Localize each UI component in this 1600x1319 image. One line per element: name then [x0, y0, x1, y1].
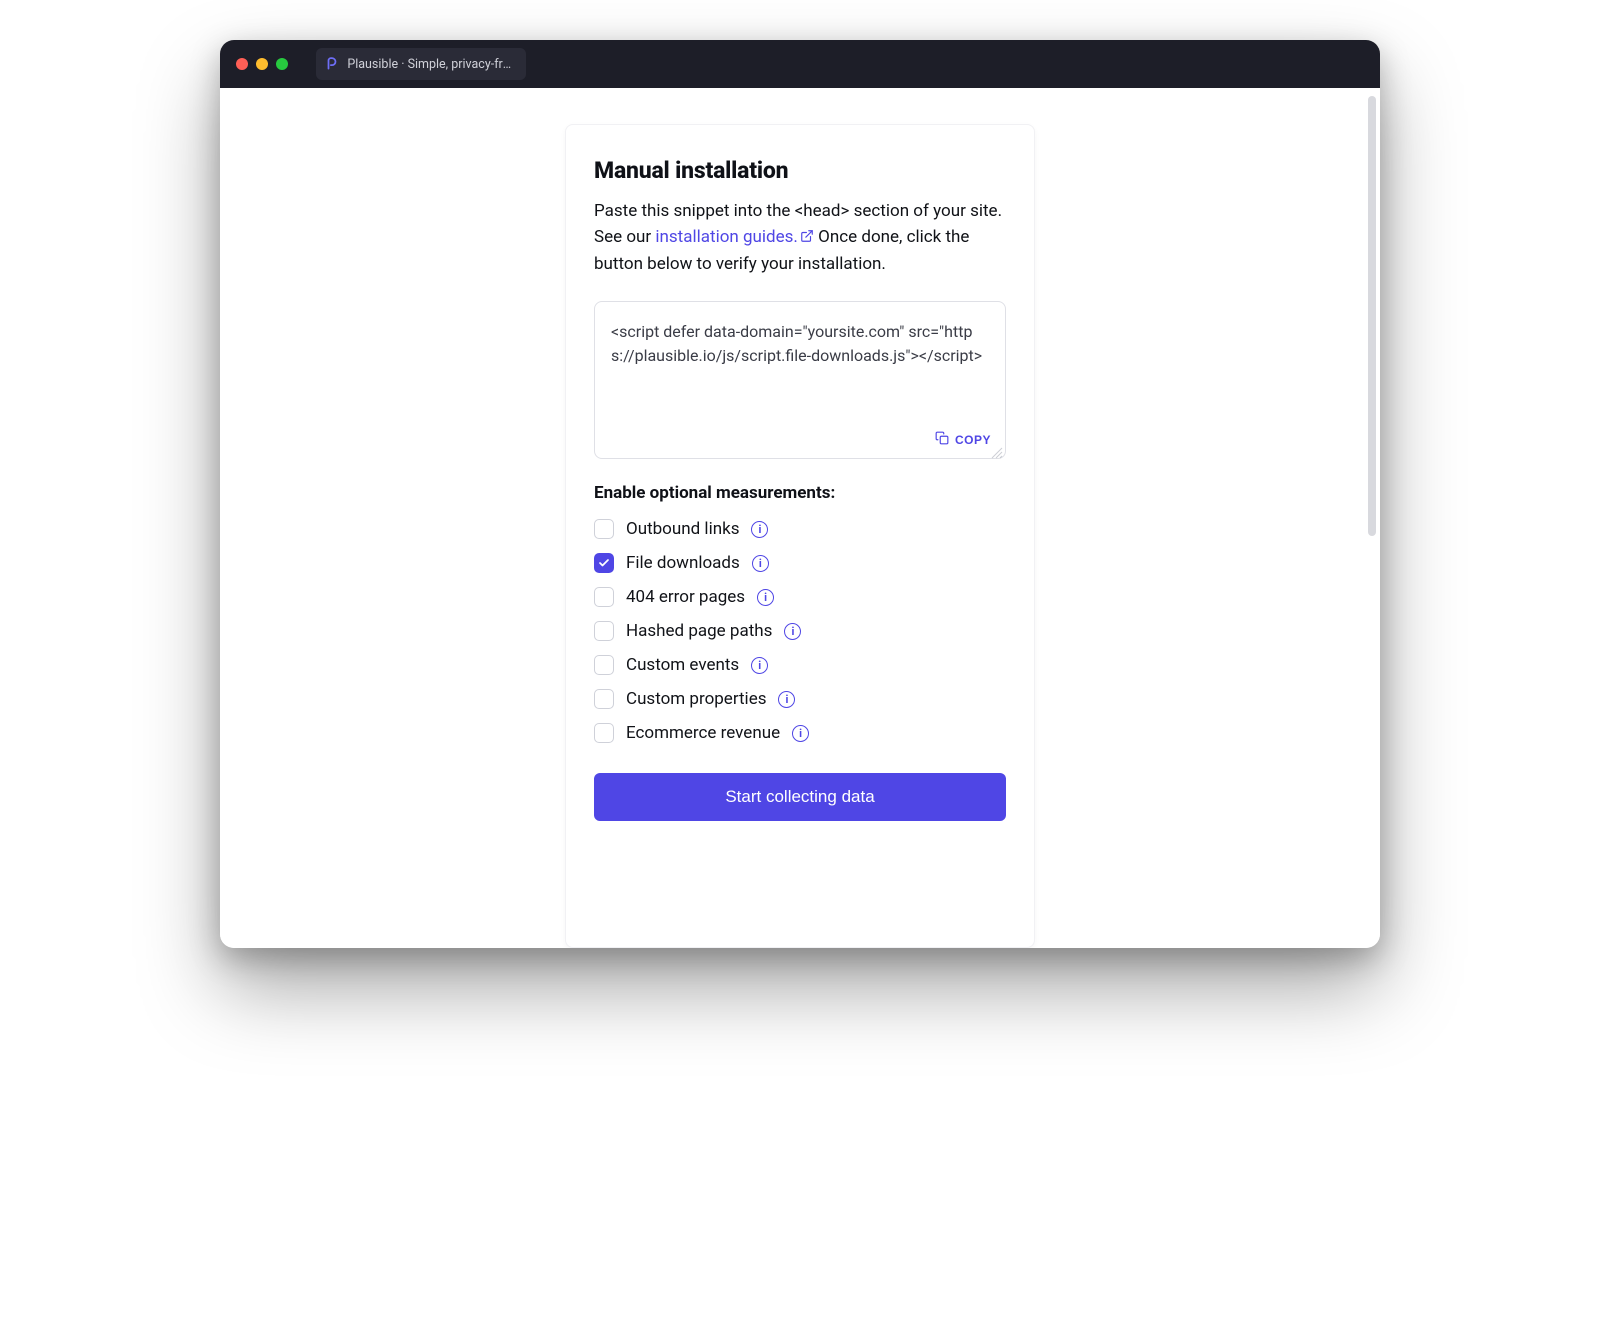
info-icon[interactable]: i — [784, 623, 801, 640]
option-label: Custom properties — [626, 689, 766, 709]
option-checkbox[interactable] — [594, 621, 614, 641]
option-row: File downloads i — [594, 553, 1006, 573]
info-icon[interactable]: i — [778, 691, 795, 708]
installation-guides-link-text: installation guides. — [655, 227, 798, 247]
card-description: Paste this snippet into the <head> secti… — [594, 198, 1006, 277]
option-label: File downloads — [626, 553, 740, 573]
option-row: Custom properties i — [594, 689, 1006, 709]
external-link-icon — [800, 229, 814, 243]
option-row: Ecommerce revenue i — [594, 723, 1006, 743]
info-icon[interactable]: i — [751, 521, 768, 538]
option-row: 404 error pages i — [594, 587, 1006, 607]
option-row: Outbound links i — [594, 519, 1006, 539]
info-icon[interactable]: i — [751, 657, 768, 674]
minimize-window-button[interactable] — [256, 58, 268, 70]
option-row: Hashed page paths i — [594, 621, 1006, 641]
copy-button[interactable]: COPY — [935, 431, 991, 448]
option-label: 404 error pages — [626, 587, 745, 607]
copy-label: COPY — [955, 433, 991, 447]
titlebar: Plausible · Simple, privacy-frien — [220, 40, 1380, 88]
option-label: Outbound links — [626, 519, 739, 539]
browser-tab[interactable]: Plausible · Simple, privacy-frien — [316, 48, 526, 80]
option-checkbox[interactable] — [594, 519, 614, 539]
page-viewport: Manual installation Paste this snippet i… — [220, 88, 1380, 948]
info-icon[interactable]: i — [752, 555, 769, 572]
option-checkbox[interactable] — [594, 689, 614, 709]
traffic-lights — [236, 58, 288, 70]
optional-measurements-heading: Enable optional measurements: — [594, 483, 1006, 503]
close-window-button[interactable] — [236, 58, 248, 70]
option-checkbox[interactable] — [594, 655, 614, 675]
option-checkbox[interactable] — [594, 723, 614, 743]
info-icon[interactable]: i — [757, 589, 774, 606]
option-label: Custom events — [626, 655, 739, 675]
plausible-favicon-icon — [324, 56, 339, 72]
resize-handle-icon[interactable] — [991, 444, 1003, 456]
option-checkbox[interactable] — [594, 587, 614, 607]
option-checkbox[interactable] — [594, 553, 614, 573]
browser-window: Plausible · Simple, privacy-frien Manual… — [220, 40, 1380, 948]
copy-icon — [935, 431, 949, 448]
optional-measurements-list: Outbound linksiFile downloadsi404 error … — [594, 519, 1006, 743]
maximize-window-button[interactable] — [276, 58, 288, 70]
option-label: Ecommerce revenue — [626, 723, 780, 743]
option-label: Hashed page paths — [626, 621, 772, 641]
manual-installation-card: Manual installation Paste this snippet i… — [565, 124, 1035, 948]
tab-title: Plausible · Simple, privacy-frien — [347, 57, 512, 72]
snippet-textarea[interactable]: <script defer data-domain="yoursite.com"… — [594, 301, 1006, 459]
snippet-code: <script defer data-domain="yoursite.com"… — [611, 320, 989, 368]
option-row: Custom events i — [594, 655, 1006, 675]
card-heading: Manual installation — [594, 157, 1006, 184]
start-collecting-button[interactable]: Start collecting data — [594, 773, 1006, 821]
scrollbar[interactable] — [1368, 96, 1376, 536]
installation-guides-link[interactable]: installation guides. — [655, 227, 814, 247]
info-icon[interactable]: i — [792, 725, 809, 742]
